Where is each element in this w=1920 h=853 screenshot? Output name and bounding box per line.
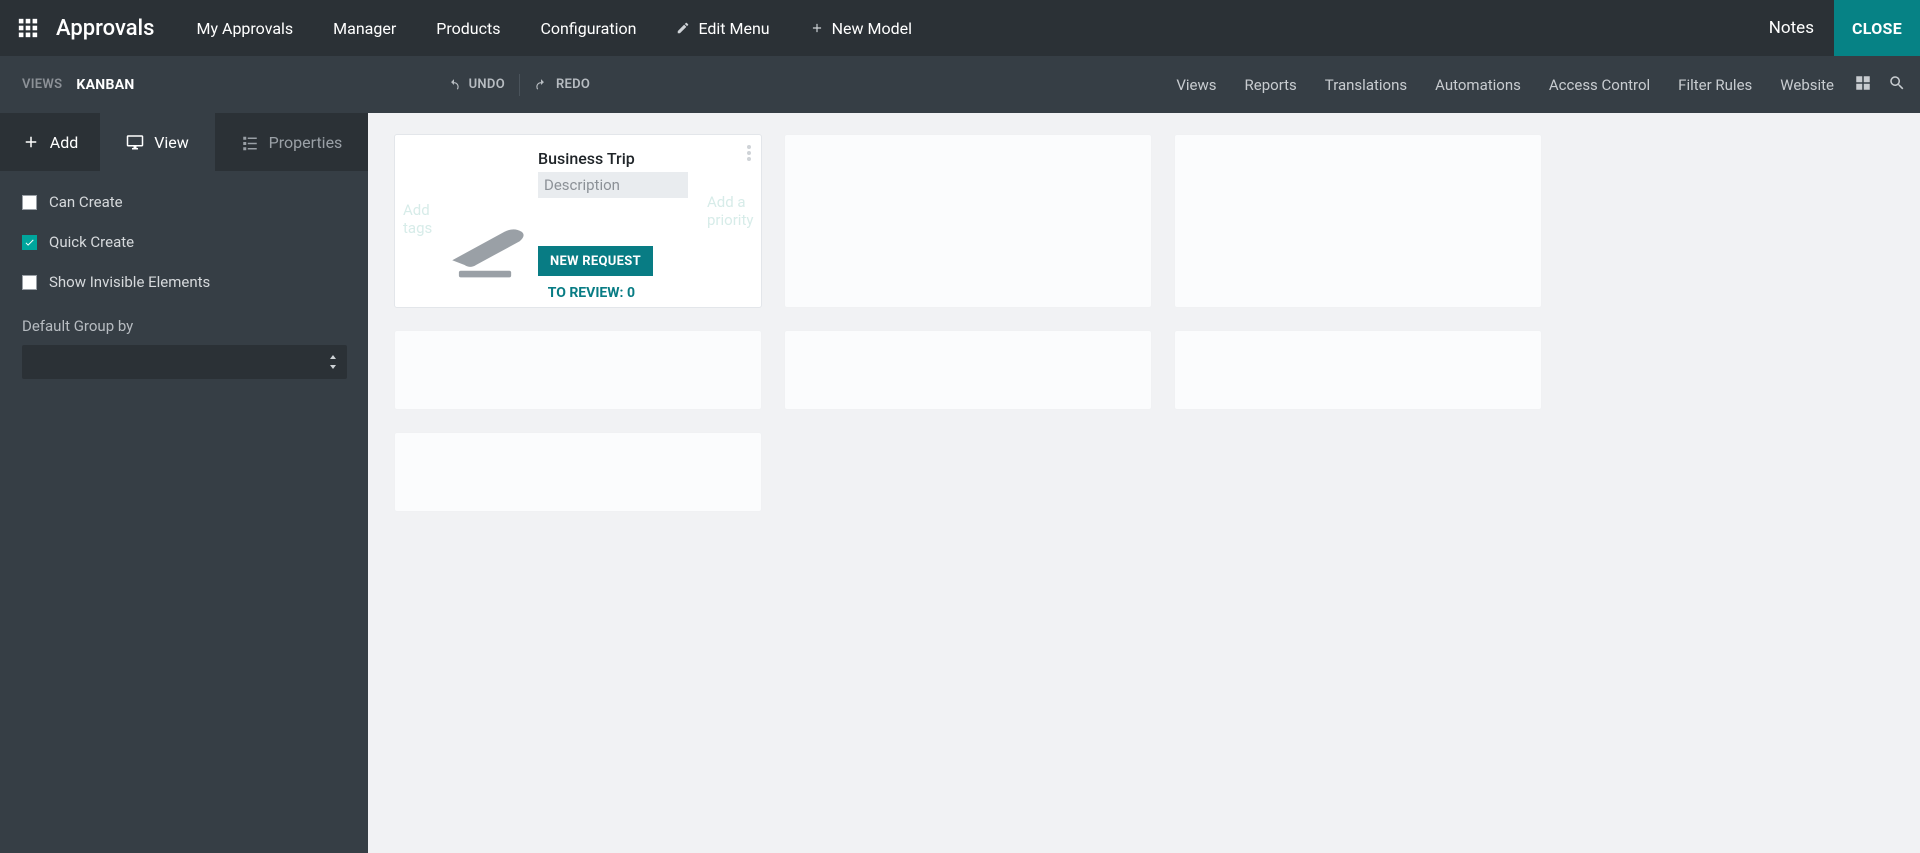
option-show-invisible-label: Show Invisible Elements	[49, 273, 210, 291]
edit-menu-button[interactable]: Edit Menu	[656, 0, 789, 56]
redo-label: REDO	[556, 77, 590, 92]
secondary-tab-filter-rules[interactable]: Filter Rules	[1664, 56, 1766, 113]
kanban-card-placeholder[interactable]	[1174, 134, 1542, 308]
secondary-tab-reports[interactable]: Reports	[1231, 56, 1311, 113]
undo-label: UNDO	[469, 77, 505, 92]
sidebar-tab-view[interactable]: View	[100, 113, 215, 171]
sidebar-tab-properties[interactable]: Properties	[215, 113, 368, 171]
notes-link[interactable]: Notes	[1749, 0, 1834, 56]
menu-products[interactable]: Products	[416, 0, 520, 56]
secondary-bar: VIEWS KANBAN UNDO REDO Views Reports Tra…	[0, 56, 1920, 113]
new-model-button[interactable]: New Model	[790, 0, 932, 56]
check-icon	[24, 237, 35, 248]
sidebar-tab-add[interactable]: Add	[0, 113, 100, 171]
pencil-icon	[676, 21, 690, 35]
checkbox-can-create[interactable]	[22, 195, 37, 210]
to-review-count[interactable]: TO REVIEW: 0	[548, 285, 635, 301]
undo-redo-separator	[519, 74, 520, 96]
secondary-tabs: Views Reports Translations Automations A…	[1162, 56, 1848, 113]
sidebar-tabs: Add View Properties	[0, 113, 368, 171]
default-group-by-select[interactable]	[22, 345, 347, 379]
search-icon[interactable]	[1888, 74, 1906, 96]
new-model-label: New Model	[832, 19, 912, 38]
plane-icon	[437, 135, 534, 307]
kanban-card-placeholder[interactable]	[394, 330, 762, 410]
card-title: Business Trip	[538, 149, 695, 168]
redo-icon	[534, 78, 548, 92]
secondary-tab-website[interactable]: Website	[1766, 56, 1848, 113]
menu-my-approvals[interactable]: My Approvals	[177, 0, 314, 56]
option-can-create[interactable]: Can Create	[22, 193, 346, 211]
sidebar: Add View Properties Can Create	[0, 113, 368, 853]
undo-button[interactable]: UNDO	[435, 69, 517, 101]
redo-button[interactable]: REDO	[522, 69, 602, 101]
checkbox-quick-create[interactable]	[22, 235, 37, 250]
sidebar-tab-view-label: View	[154, 133, 189, 152]
secondary-tab-translations[interactable]: Translations	[1311, 56, 1421, 113]
kanban-card-placeholder[interactable]	[784, 134, 1152, 308]
default-group-by-label: Default Group by	[22, 317, 346, 335]
plus-icon	[810, 21, 824, 35]
secondary-tab-access-control[interactable]: Access Control	[1535, 56, 1664, 113]
sidebar-tab-properties-label: Properties	[269, 133, 343, 152]
new-request-button[interactable]: NEW REQUEST	[538, 246, 653, 276]
content-area: Add tags Business Trip Description NEW R…	[368, 113, 1920, 853]
top-menu: My Approvals Manager Products Configurat…	[177, 0, 933, 56]
topbar: Approvals My Approvals Manager Products …	[0, 0, 1920, 56]
ghost-add-tags[interactable]: Add tags	[395, 135, 437, 307]
menu-manager[interactable]: Manager	[313, 0, 416, 56]
kanban-card-business-trip[interactable]: Add tags Business Trip Description NEW R…	[394, 134, 762, 308]
views-breadcrumb-label[interactable]: VIEWS	[22, 77, 62, 92]
card-description-placeholder[interactable]: Description	[538, 172, 688, 198]
sidebar-tab-add-label: Add	[50, 133, 78, 152]
checkbox-show-invisible[interactable]	[22, 275, 37, 290]
grid-icon[interactable]	[1854, 74, 1872, 96]
undo-icon	[447, 78, 461, 92]
close-button[interactable]: CLOSE	[1834, 0, 1920, 56]
plus-icon	[22, 133, 40, 151]
monitor-icon	[126, 133, 144, 151]
apps-icon[interactable]	[0, 0, 56, 56]
app-title[interactable]: Approvals	[56, 16, 155, 41]
kanban-card-placeholder[interactable]	[1174, 330, 1542, 410]
list-icon	[241, 133, 259, 151]
select-caret-icon	[327, 354, 339, 370]
option-can-create-label: Can Create	[49, 193, 123, 211]
ghost-add-priority[interactable]: Add a priority	[705, 135, 761, 307]
option-quick-create[interactable]: Quick Create	[22, 233, 346, 251]
menu-configuration[interactable]: Configuration	[520, 0, 656, 56]
kanban-breadcrumb: KANBAN	[76, 77, 134, 93]
kanban-card-placeholder[interactable]	[784, 330, 1152, 410]
kanban-card-placeholder[interactable]	[394, 432, 762, 512]
secondary-tab-views[interactable]: Views	[1162, 56, 1230, 113]
option-show-invisible[interactable]: Show Invisible Elements	[22, 273, 346, 291]
secondary-tab-automations[interactable]: Automations	[1421, 56, 1535, 113]
card-menu-icon[interactable]	[747, 145, 751, 165]
option-quick-create-label: Quick Create	[49, 233, 134, 251]
edit-menu-label: Edit Menu	[698, 19, 769, 38]
